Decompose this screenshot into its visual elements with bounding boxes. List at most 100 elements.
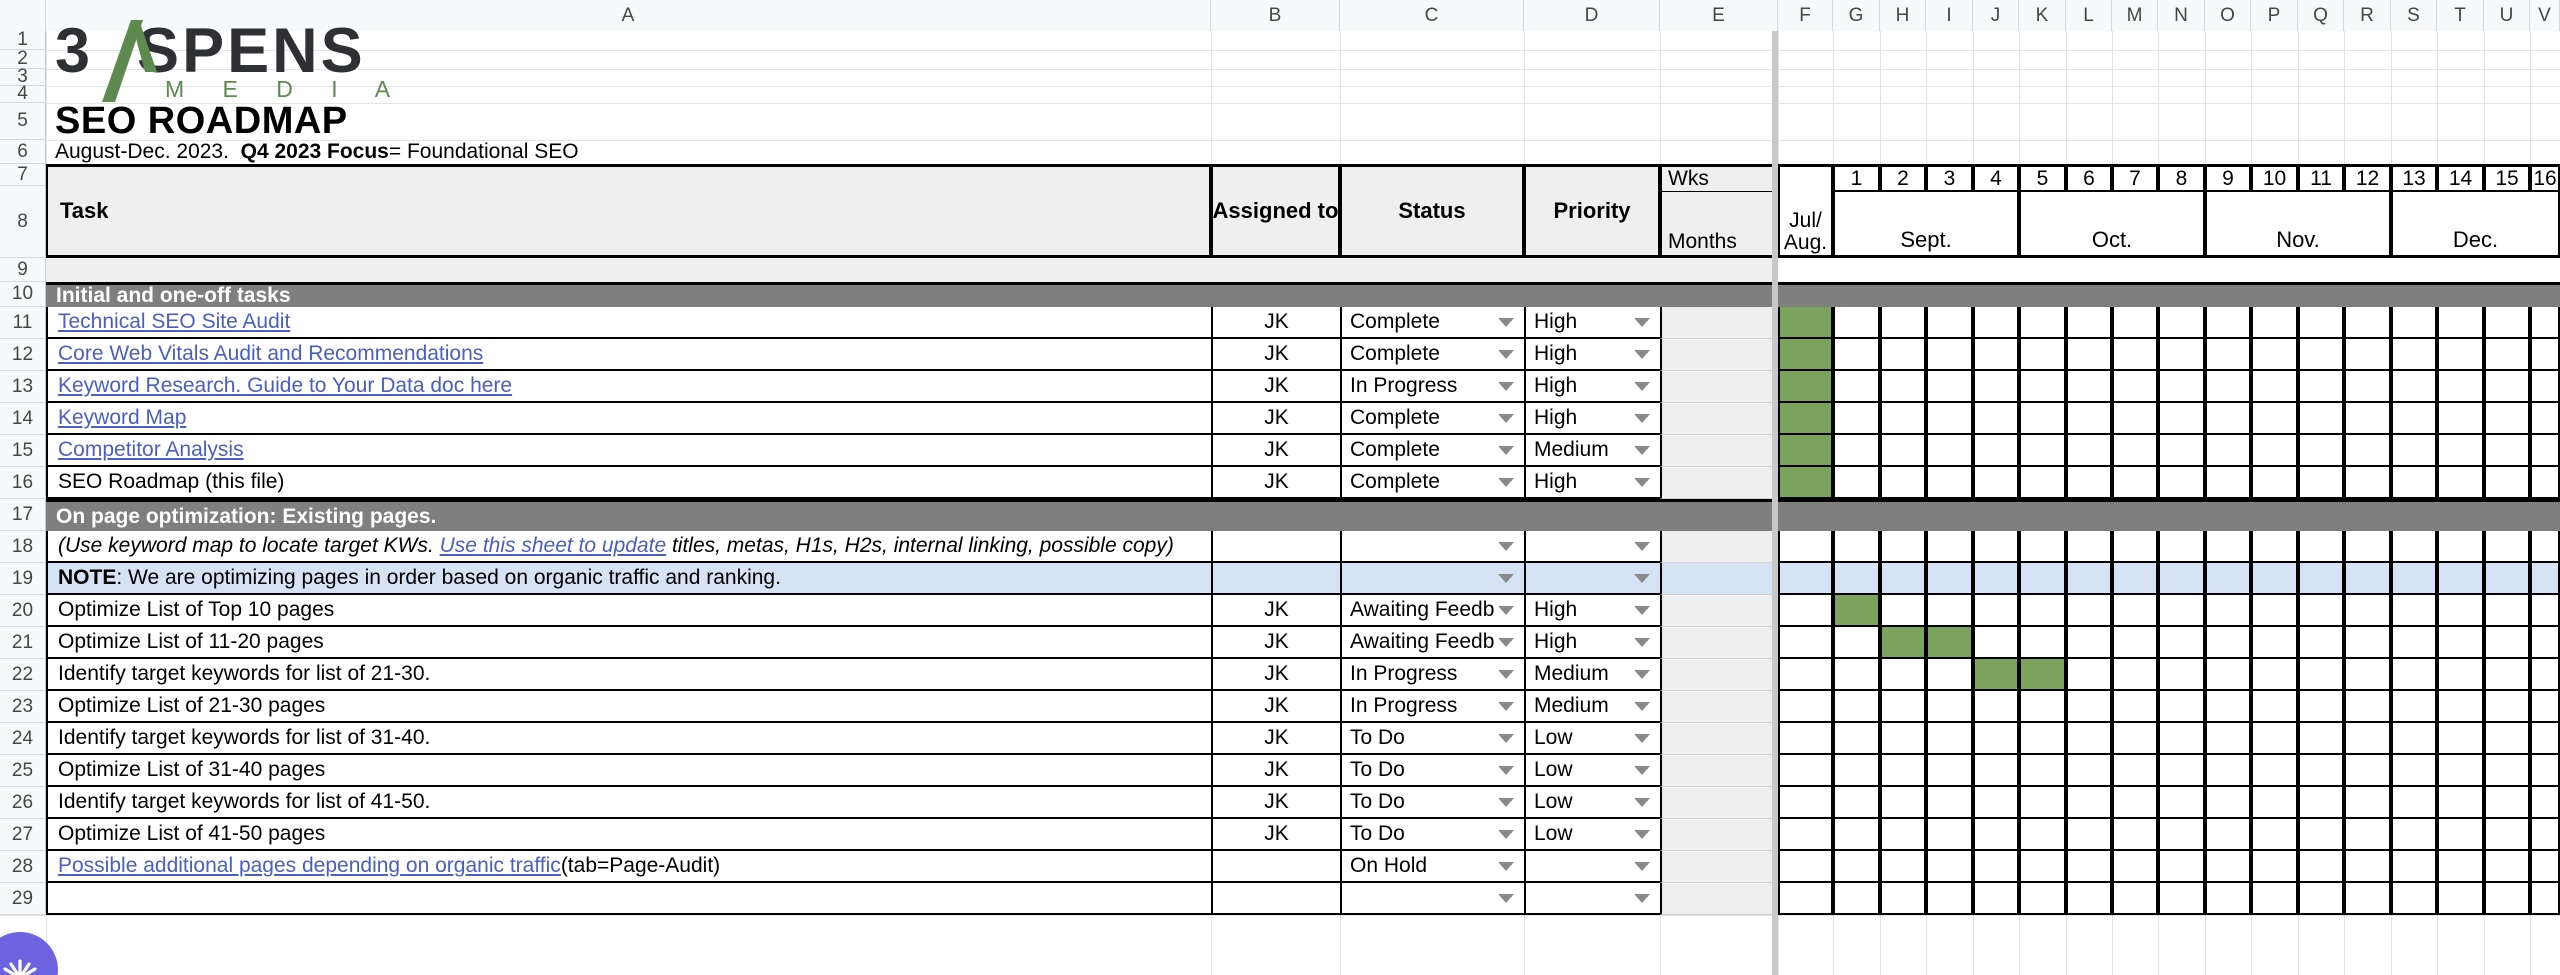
wks-cell-row-27[interactable] [1660, 819, 1778, 851]
gantt-cell-week-12-row-16[interactable] [2344, 467, 2391, 499]
gantt-cell-week-13-row-21[interactable] [2391, 627, 2437, 659]
gantt-cell-week-12-row-14[interactable] [2344, 403, 2391, 435]
chevron-down-icon[interactable] [1498, 605, 1514, 615]
assigned-to-cell-row-19[interactable] [1211, 563, 1340, 595]
row-header-23[interactable]: 23 [0, 691, 46, 723]
gantt-cell-week-9-row-25[interactable] [2205, 755, 2251, 787]
chevron-down-icon[interactable] [1634, 733, 1650, 743]
task-cell-row-29[interactable] [46, 883, 1211, 915]
chevron-down-icon[interactable] [1634, 349, 1650, 359]
task-cell-row-14[interactable]: Keyword Map [46, 403, 1211, 435]
row-header-16[interactable]: 16 [0, 467, 46, 499]
frozen-pane-divider[interactable] [1772, 31, 1778, 975]
gantt-cell-week-7-row-11[interactable] [2112, 307, 2158, 339]
gantt-cell-week-15-row-16[interactable] [2484, 467, 2530, 499]
task-hyperlink[interactable]: Competitor Analysis [58, 438, 244, 462]
gantt-cell-week-4-row-16[interactable] [1973, 467, 2019, 499]
chevron-down-icon[interactable] [1498, 573, 1514, 583]
gantt-cell-week-3-row-15[interactable] [1926, 435, 1973, 467]
gantt-cell-week-7-row-18[interactable] [2112, 531, 2158, 563]
gantt-cell-week-5-row-20[interactable] [2019, 595, 2066, 627]
gantt-cell-week-16-row-28[interactable] [2530, 851, 2560, 883]
gantt-cell-week-1-row-25[interactable] [1833, 755, 1880, 787]
assigned-to-cell-row-23[interactable]: JK [1211, 691, 1340, 723]
gantt-cell-week-5-row-29[interactable] [2019, 883, 2066, 915]
task-cell-row-25[interactable]: Optimize List of 31-40 pages [46, 755, 1211, 787]
row-header-29[interactable]: 29 [0, 883, 46, 915]
priority-dropdown-row-27[interactable]: Low [1524, 819, 1660, 851]
gantt-cell-week-7-row-20[interactable] [2112, 595, 2158, 627]
priority-dropdown-row-20[interactable]: High [1524, 595, 1660, 627]
gantt-cell-week-10-row-12[interactable] [2251, 339, 2298, 371]
wks-cell-row-22[interactable] [1660, 659, 1778, 691]
gantt-cell-week-8-row-24[interactable] [2158, 723, 2205, 755]
row-header-18[interactable]: 18 [0, 531, 46, 563]
priority-dropdown-row-25[interactable]: Low [1524, 755, 1660, 787]
gantt-cell-week-1-row-14[interactable] [1833, 403, 1880, 435]
gantt-cell-week-11-row-13[interactable] [2298, 371, 2344, 403]
gantt-cell-week-2-row-14[interactable] [1880, 403, 1926, 435]
gantt-cell-week-10-row-21[interactable] [2251, 627, 2298, 659]
row-header-15[interactable]: 15 [0, 435, 46, 467]
status-dropdown-row-27[interactable]: To Do [1340, 819, 1524, 851]
gantt-cell-week-15-row-11[interactable] [2484, 307, 2530, 339]
gantt-cell-week-14-row-26[interactable] [2437, 787, 2484, 819]
chevron-down-icon[interactable] [1498, 669, 1514, 679]
gantt-cell-week-13-row-11[interactable] [2391, 307, 2437, 339]
gantt-cell-week-7-row-25[interactable] [2112, 755, 2158, 787]
column-header-R[interactable]: R [2344, 0, 2391, 31]
chevron-down-icon[interactable] [1498, 861, 1514, 871]
gantt-cell-jul-aug-row-13[interactable] [1778, 371, 1833, 403]
chevron-down-icon[interactable] [1634, 445, 1650, 455]
gantt-cell-week-11-row-16[interactable] [2298, 467, 2344, 499]
priority-dropdown-row-16[interactable]: High [1524, 467, 1660, 499]
gantt-cell-week-14-row-22[interactable] [2437, 659, 2484, 691]
gantt-cell-week-9-row-29[interactable] [2205, 883, 2251, 915]
task-cell-row-19[interactable]: NOTE: We are optimizing pages in order b… [46, 563, 1211, 595]
status-dropdown-row-24[interactable]: To Do [1340, 723, 1524, 755]
row-header-26[interactable]: 26 [0, 787, 46, 819]
gantt-cell-week-14-row-19[interactable] [2437, 563, 2484, 595]
gantt-cell-week-15-row-22[interactable] [2484, 659, 2530, 691]
gantt-cell-jul-aug-row-20[interactable] [1778, 595, 1833, 627]
gantt-cell-week-14-row-15[interactable] [2437, 435, 2484, 467]
task-cell-row-22[interactable]: Identify target keywords for list of 21-… [46, 659, 1211, 691]
assigned-to-cell-row-27[interactable]: JK [1211, 819, 1340, 851]
gantt-cell-week-15-row-12[interactable] [2484, 339, 2530, 371]
purple-starburst-badge[interactable] [0, 932, 58, 975]
column-header-M[interactable]: M [2112, 0, 2158, 31]
gantt-cell-week-10-row-15[interactable] [2251, 435, 2298, 467]
gantt-cell-week-11-row-27[interactable] [2298, 819, 2344, 851]
chevron-down-icon[interactable] [1634, 669, 1650, 679]
gantt-cell-week-15-row-28[interactable] [2484, 851, 2530, 883]
assigned-to-cell-row-20[interactable]: JK [1211, 595, 1340, 627]
gantt-cell-week-1-row-21[interactable] [1833, 627, 1880, 659]
gantt-cell-week-14-row-25[interactable] [2437, 755, 2484, 787]
gantt-cell-week-6-row-18[interactable] [2066, 531, 2112, 563]
chevron-down-icon[interactable] [1498, 637, 1514, 647]
chevron-down-icon[interactable] [1498, 701, 1514, 711]
gantt-cell-week-16-row-14[interactable] [2530, 403, 2560, 435]
gantt-cell-week-2-row-23[interactable] [1880, 691, 1926, 723]
chevron-down-icon[interactable] [1498, 349, 1514, 359]
gantt-cell-week-1-row-24[interactable] [1833, 723, 1880, 755]
row-header-9[interactable]: 9 [0, 258, 46, 282]
gantt-cell-week-6-row-15[interactable] [2066, 435, 2112, 467]
gantt-cell-week-6-row-14[interactable] [2066, 403, 2112, 435]
column-header-I[interactable]: I [1926, 0, 1973, 31]
gantt-cell-week-10-row-27[interactable] [2251, 819, 2298, 851]
gantt-cell-week-5-row-12[interactable] [2019, 339, 2066, 371]
gantt-cell-week-2-row-26[interactable] [1880, 787, 1926, 819]
select-all-corner[interactable] [0, 0, 46, 31]
status-dropdown-row-13[interactable]: In Progress [1340, 371, 1524, 403]
gantt-cell-week-11-row-20[interactable] [2298, 595, 2344, 627]
gantt-cell-week-14-row-16[interactable] [2437, 467, 2484, 499]
priority-dropdown-row-14[interactable]: High [1524, 403, 1660, 435]
chevron-down-icon[interactable] [1498, 317, 1514, 327]
gantt-cell-week-7-row-12[interactable] [2112, 339, 2158, 371]
gantt-cell-week-6-row-28[interactable] [2066, 851, 2112, 883]
wks-cell-row-24[interactable] [1660, 723, 1778, 755]
priority-dropdown-row-24[interactable]: Low [1524, 723, 1660, 755]
gantt-cell-week-6-row-16[interactable] [2066, 467, 2112, 499]
gantt-cell-week-16-row-11[interactable] [2530, 307, 2560, 339]
